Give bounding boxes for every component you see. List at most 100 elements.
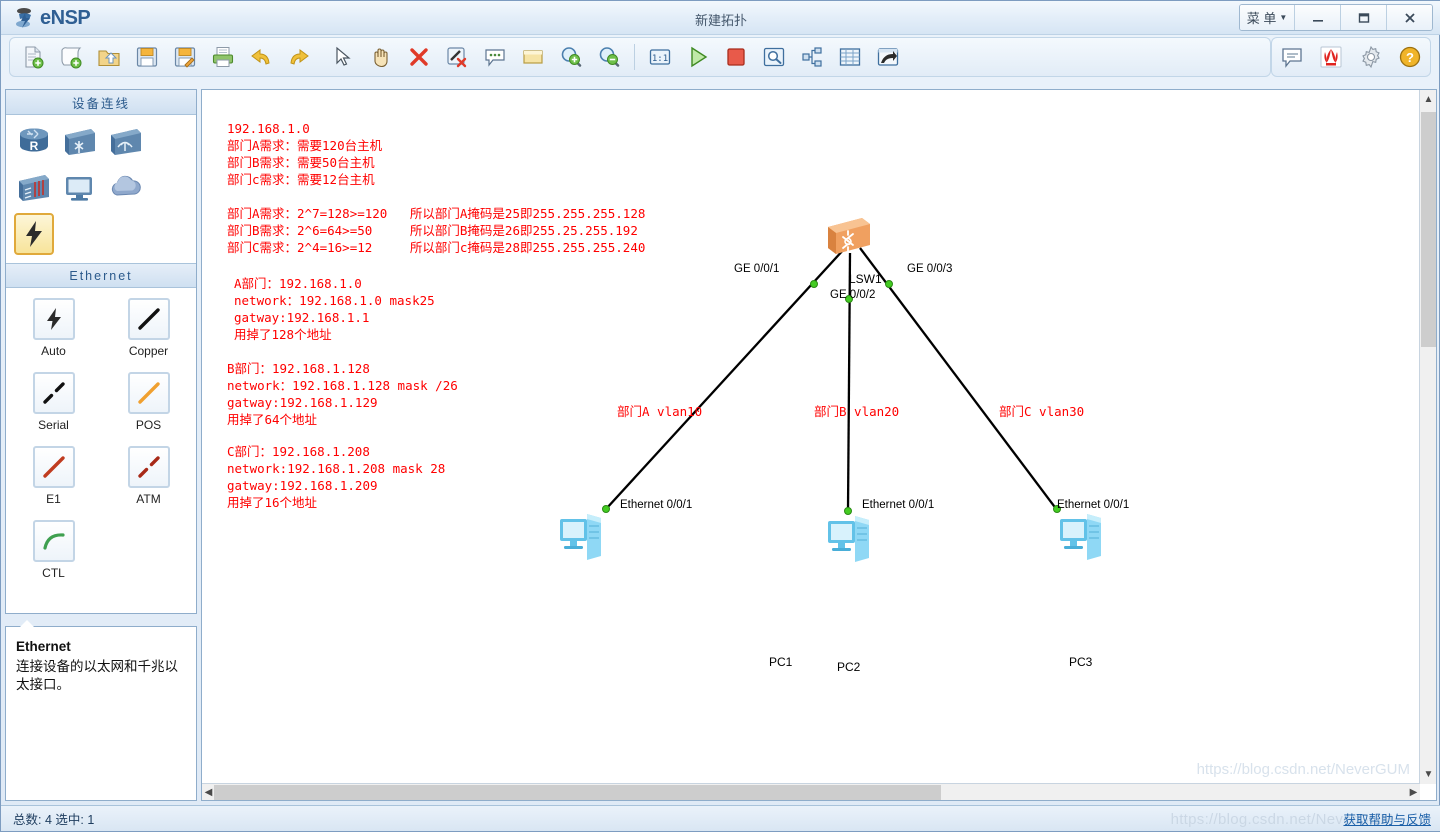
save-button[interactable] <box>128 40 166 74</box>
link-dot-ge3 <box>885 280 893 288</box>
topology-canvas[interactable]: LSW1 PC1 PC2 PC3 GE 0/0/1 GE 0/0/2 GE 0/… <box>202 90 1420 784</box>
chat-button[interactable] <box>1273 40 1311 74</box>
straight-line-icon <box>42 456 65 478</box>
node-lsw1[interactable] <box>824 215 874 264</box>
lightning-icon <box>46 308 61 330</box>
link-dot-pc2 <box>844 507 852 515</box>
cable-atm[interactable]: ATM <box>101 446 196 506</box>
device-endpoint[interactable] <box>60 167 100 209</box>
cable-pos-icon-box <box>127 372 170 414</box>
undo-button[interactable] <box>242 40 280 74</box>
magnifier-minus-icon <box>599 47 620 67</box>
svg-text:1:1: 1:1 <box>652 54 668 64</box>
minimize-button[interactable] <box>1294 5 1340 30</box>
cable-auto[interactable]: Auto <box>6 298 101 358</box>
device-router[interactable]: R <box>14 121 54 163</box>
cable-label: E1 <box>46 492 61 506</box>
interface-label-pc1-eth: Ethernet 0/0/1 <box>620 499 693 511</box>
menu-button[interactable]: 菜 单 ▼ <box>1240 5 1294 30</box>
note-subnet-c[interactable]: C部门：192.168.1.208 network:192.168.1.208 … <box>227 443 445 511</box>
zoom-out-button[interactable] <box>590 40 628 74</box>
cable-copper-icon-box <box>127 298 170 340</box>
one-to-one-icon: 1:1 <box>649 49 671 65</box>
device-connections[interactable] <box>14 213 54 255</box>
hand-icon <box>374 48 388 68</box>
cable-copper[interactable]: Copper <box>101 298 196 358</box>
delete-button[interactable] <box>400 40 438 74</box>
switch-icon <box>65 129 95 155</box>
cable-e1[interactable]: E1 <box>6 446 101 506</box>
help-button[interactable]: ? <box>1391 40 1429 74</box>
note-requirements[interactable]: 192.168.1.0 部门A需求：需要120台主机 部门B需求：需要50台主机… <box>227 120 382 188</box>
delete-link-button[interactable] <box>438 40 476 74</box>
speech-bubble-icon <box>1282 48 1302 68</box>
close-button[interactable] <box>1386 5 1432 30</box>
device-firewall[interactable] <box>14 167 54 209</box>
select-tool-button[interactable] <box>324 40 362 74</box>
router-icon: R <box>20 128 48 153</box>
cable-serial-icon-box <box>32 372 75 414</box>
topology-canvas-area[interactable]: LSW1 PC1 PC2 PC3 GE 0/0/1 GE 0/0/2 GE 0/… <box>201 89 1437 801</box>
node-pc2[interactable] <box>825 510 875 571</box>
canvas-vertical-scrollbar[interactable]: ▲ ▼ <box>1419 90 1436 784</box>
pan-tool-button[interactable] <box>362 40 400 74</box>
scroll-down-icon[interactable]: ▼ <box>1420 765 1436 784</box>
device-icon-grid: R <box>6 115 196 263</box>
cable-label: Copper <box>128 344 169 358</box>
device-wlan-ap[interactable] <box>106 121 146 163</box>
zoom-reset-button[interactable]: 1:1 <box>641 40 679 74</box>
link-dot-pc1 <box>602 505 610 513</box>
redo-button[interactable] <box>280 40 318 74</box>
scroll-up-icon[interactable]: ▲ <box>1420 90 1436 109</box>
start-all-button[interactable] <box>679 40 717 74</box>
straight-line-icon <box>137 382 160 404</box>
huawei-button[interactable] <box>1312 40 1350 74</box>
open-button[interactable] <box>90 40 128 74</box>
note-subnet-a[interactable]: A部门：192.168.1.0 network：192.168.1.0 mask… <box>234 275 435 343</box>
node-pc3[interactable] <box>1057 508 1107 569</box>
node-pc1[interactable] <box>557 508 607 569</box>
link-dot-ge1 <box>810 280 818 288</box>
cable-pos[interactable]: POS <box>101 372 196 432</box>
device-cloud[interactable] <box>106 167 146 209</box>
window-title: 新建拓扑 <box>694 13 747 28</box>
toolbar-separator <box>634 44 635 70</box>
cable-ctl[interactable]: CTL <box>6 520 101 580</box>
save-as-button[interactable] <box>166 40 204 74</box>
cable-serial[interactable]: Serial <box>6 372 101 432</box>
stop-all-button[interactable] <box>717 40 755 74</box>
redo-arrow-icon <box>290 49 309 65</box>
interface-label-ge001: GE 0/0/1 <box>734 263 780 275</box>
magnifier-plus-icon <box>561 47 582 67</box>
add-shape-button[interactable] <box>514 40 552 74</box>
devices-header: 设备连线 <box>6 90 196 115</box>
menu-label: 菜 单 <box>1246 11 1277 26</box>
new-device-button[interactable] <box>52 40 90 74</box>
topology-links <box>605 247 1058 511</box>
capture-packet-button[interactable] <box>755 40 793 74</box>
straight-line-icon <box>137 308 160 330</box>
settings-button[interactable] <box>1352 40 1390 74</box>
question-mark-icon: ? <box>1400 46 1421 68</box>
canvas-horizontal-scrollbar[interactable]: ◀ ▶ <box>202 783 1420 800</box>
firewall-icon <box>19 175 49 201</box>
undo-arrow-icon <box>251 49 270 65</box>
cursor-arrow-icon <box>336 46 351 66</box>
add-note-button[interactable] <box>476 40 514 74</box>
note-calculation[interactable]: 部门A需求：2^7=128>=120 所以部门A掩码是25即255.255.25… <box>227 205 645 256</box>
note-subnet-b[interactable]: B部门：192.168.1.128 network：192.168.1.128 … <box>227 360 458 428</box>
print-button[interactable] <box>204 40 242 74</box>
maximize-button[interactable] <box>1340 5 1386 30</box>
vertical-scroll-thumb[interactable] <box>1421 112 1436 347</box>
open-folder-icon <box>98 50 120 67</box>
horizontal-scroll-thumb[interactable] <box>214 785 941 800</box>
help-feedback-link[interactable]: 获取帮助与反馈 <box>1343 809 1431 828</box>
device-switch[interactable] <box>60 121 100 163</box>
scroll-right-icon[interactable]: ▶ <box>1407 784 1420 800</box>
console-window-button[interactable] <box>869 40 907 74</box>
new-topology-button[interactable] <box>14 40 52 74</box>
link-lsw1-pc1 <box>605 247 846 510</box>
topology-tree-button[interactable] <box>793 40 831 74</box>
zoom-in-button[interactable] <box>552 40 590 74</box>
grid-view-button[interactable] <box>831 40 869 74</box>
